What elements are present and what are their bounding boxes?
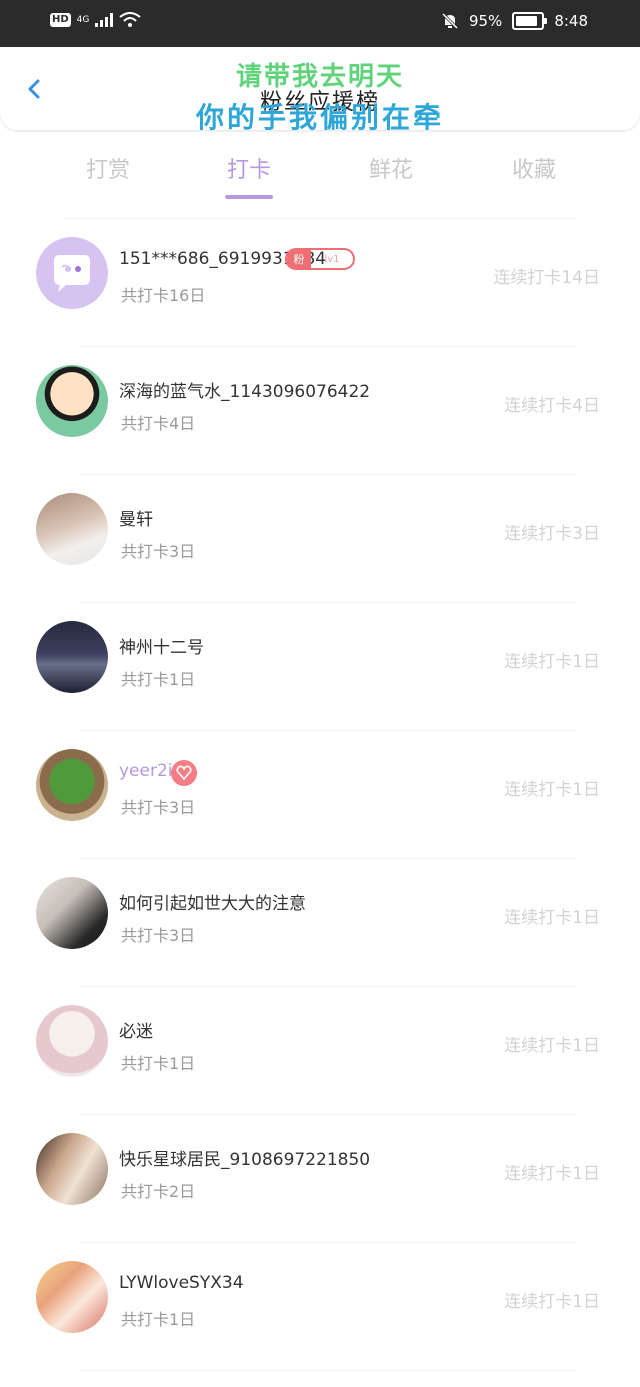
couple-photo-avatar[interactable] (36, 877, 108, 949)
nav-header: 粉丝应援榜 请带我去明天 你的手我偏别在牵 (0, 48, 640, 134)
green-frog-avatar[interactable] (36, 749, 108, 821)
total-checkins: 共打卡4日 (121, 414, 196, 433)
list-item[interactable]: 如何引起如世大大的注意 共打卡3日 连续打卡1日 (0, 859, 640, 987)
heart-icon (176, 765, 192, 781)
list-item[interactable]: LYWloveSYX34 共打卡1日 连续打卡1日 (0, 1243, 640, 1371)
vip-heart-badge (171, 760, 197, 786)
streak-days: 连续打卡1日 (504, 1292, 600, 1312)
list-item[interactable]: 快乐星球居民_9108697221850 共打卡2日 连续打卡1日 (0, 1115, 640, 1243)
list-item[interactable]: yeer2i 共打卡3日 连续打卡1日 (0, 731, 640, 859)
battery-icon (512, 12, 548, 30)
fan-level-badge: 粉 lv1 (285, 248, 355, 270)
total-checkins: 共打卡1日 (121, 670, 196, 689)
user-name: 快乐星球居民_9108697221850 (119, 1150, 371, 1170)
overlay-text-bottom: 你的手我偏别在牵 (195, 101, 444, 134)
mute-bell-icon (441, 12, 459, 30)
total-checkins: 共打卡16日 (121, 286, 206, 305)
ranking-list: 151***686_6919931284 粉 lv1 共打卡16日 连续打卡14… (0, 219, 640, 1371)
streak-days: 连续打卡4日 (504, 396, 600, 416)
total-checkins: 共打卡1日 (121, 1054, 196, 1073)
status-right: 95% 8:48 (441, 12, 588, 30)
user-name: LYWloveSYX34 (119, 1273, 244, 1293)
total-checkins: 共打卡2日 (121, 1182, 196, 1201)
dark-sea-avatar[interactable] (36, 621, 108, 693)
battery-percent: 95% (468, 12, 503, 30)
list-item[interactable]: 曼轩 共打卡3日 连续打卡3日 (0, 475, 640, 603)
fan-badge-label: 粉 (287, 250, 311, 268)
hd-indicator: HD (50, 13, 71, 27)
status-left: HD 4G (50, 12, 141, 28)
streak-days: 连续打卡14日 (493, 268, 600, 288)
network-type: 4G (76, 15, 90, 25)
signal-icon (95, 13, 114, 27)
tab-checkin[interactable]: 打卡 (227, 152, 271, 184)
active-tab-indicator (225, 195, 273, 199)
anime-sketch-avatar[interactable] (36, 1005, 108, 1077)
streak-days: 连续打卡1日 (504, 1036, 600, 1056)
friends-photo-avatar[interactable] (36, 1261, 108, 1333)
status-bar: HD 4G 95% 8:48 (0, 0, 640, 47)
list-item[interactable]: 151***686_6919931284 粉 lv1 共打卡16日 连续打卡14… (0, 219, 640, 347)
wifi-icon (119, 12, 141, 27)
tab-reward[interactable]: 打赏 (86, 152, 130, 184)
user-name: 神州十二号 (119, 638, 204, 658)
overlay-text-top: 请带我去明天 (235, 62, 404, 92)
streak-days: 连续打卡1日 (504, 908, 600, 928)
boy-photo-avatar[interactable] (36, 493, 108, 565)
chat-bubble-icon (54, 255, 90, 292)
total-checkins: 共打卡3日 (121, 926, 196, 945)
tab-flowers[interactable]: 鲜花 (369, 152, 413, 184)
tab-bar: 打赏 打卡 鲜花 收藏 (0, 150, 640, 210)
row-divider (80, 1370, 576, 1371)
user-name: yeer2i (119, 761, 173, 781)
crayon-shin-chan-avatar[interactable] (36, 365, 108, 437)
list-item[interactable]: 神州十二号 共打卡1日 连续打卡1日 (0, 603, 640, 731)
streak-days: 连续打卡1日 (504, 1164, 600, 1184)
user-name: 深海的蓝气水_1143096076422 (119, 382, 371, 402)
total-checkins: 共打卡1日 (121, 1310, 196, 1329)
fan-badge-level: lv1 (324, 253, 340, 265)
total-checkins: 共打卡3日 (121, 798, 196, 817)
streak-days: 连续打卡1日 (504, 780, 600, 800)
total-checkins: 共打卡3日 (121, 542, 196, 561)
user-name: 如何引起如世大大的注意 (119, 894, 306, 914)
streak-days: 连续打卡1日 (504, 652, 600, 672)
boys-photo-avatar[interactable] (36, 1133, 108, 1205)
user-name: 必迷 (119, 1022, 153, 1042)
streak-days: 连续打卡3日 (504, 524, 600, 544)
list-item[interactable]: 必迷 共打卡1日 连续打卡1日 (0, 987, 640, 1115)
default-chat-avatar[interactable] (36, 237, 108, 309)
tab-favorites[interactable]: 收藏 (512, 152, 556, 184)
user-name: 曼轩 (119, 510, 153, 530)
clock: 8:48 (554, 12, 588, 30)
list-item[interactable]: 深海的蓝气水_1143096076422 共打卡4日 连续打卡4日 (0, 347, 640, 475)
